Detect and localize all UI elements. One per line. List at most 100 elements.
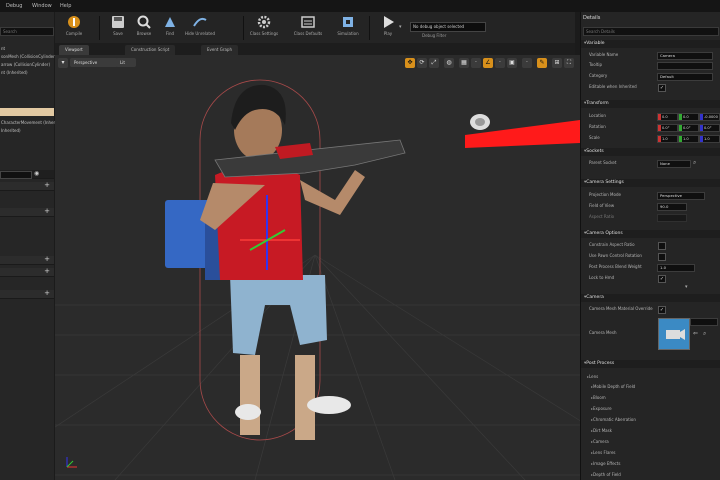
camera-speed-icon[interactable]: ✎ (537, 58, 547, 68)
variable-name-field[interactable]: Camera (657, 52, 713, 60)
class-settings-button[interactable]: Class Settings (247, 14, 281, 42)
rotation-y-field[interactable]: 0.0° (678, 124, 699, 132)
debug-object-select[interactable]: No debug object selected (410, 22, 486, 32)
aspect-ratio-field[interactable] (657, 214, 687, 222)
menu-item-help[interactable]: Help (60, 3, 71, 9)
rotation-z-field[interactable]: 0.0° (699, 124, 720, 132)
viewport[interactable] (55, 55, 580, 480)
camera-mesh-material-checkbox[interactable]: ✓ (658, 306, 666, 314)
viewport-options-chevron-icon[interactable]: ▾ (58, 58, 68, 68)
details-search-input[interactable]: Search Details (583, 27, 719, 36)
post-process-item[interactable]: Mobile Depth of Field (591, 384, 635, 389)
camera-component-icon[interactable] (470, 114, 490, 130)
menu-item-window[interactable]: Window (32, 3, 52, 9)
section-transform[interactable]: Transform (581, 100, 720, 108)
search-icon[interactable]: ⌕ (703, 330, 706, 338)
lit-button[interactable]: Lit (116, 58, 136, 67)
category-select[interactable]: Default (657, 73, 713, 81)
graphs-category[interactable]: + (0, 182, 54, 191)
search-icon[interactable]: ⌕ (693, 159, 696, 167)
world-icon[interactable]: ◍ (444, 58, 454, 68)
grid-toggle-icon[interactable]: ⊞ (552, 58, 562, 68)
eye-icon[interactable]: ◉ (34, 170, 39, 177)
browse-arrow-icon[interactable]: ⇐ (693, 330, 698, 337)
parent-socket-field[interactable]: None (657, 160, 691, 168)
rotation-x-field[interactable]: 0.0° (657, 124, 678, 132)
camera-mesh-select[interactable] (690, 318, 718, 326)
tab-viewport[interactable]: Viewport (59, 45, 89, 55)
perspective-button[interactable]: Perspective (70, 58, 118, 67)
play-options-chevron-icon[interactable]: ▾ (399, 24, 402, 30)
section-camera-options[interactable]: Camera Options (581, 230, 720, 238)
add-icon[interactable]: + (44, 208, 50, 215)
post-process-item[interactable]: Dirt Mask (591, 428, 612, 433)
variables-category[interactable]: + (0, 268, 54, 277)
post-process-item[interactable]: Exposure (591, 406, 612, 411)
component-item[interactable]: Inherited) (1, 128, 21, 133)
location-x-field[interactable]: 0.0 (657, 113, 678, 121)
tab-construction-script[interactable]: Construction Script (125, 45, 176, 55)
grid-value[interactable]: · (471, 58, 481, 68)
component-highlight-bar[interactable] (0, 108, 54, 116)
post-process-item[interactable]: Chromatic Aberration (591, 417, 636, 422)
location-y-field[interactable]: 0.0 (678, 113, 699, 121)
add-icon[interactable]: + (44, 182, 50, 189)
projection-mode-select[interactable]: Perspective (657, 192, 705, 200)
advanced-expand-icon[interactable]: ▾ (685, 284, 688, 290)
compile-button[interactable]: Compile (57, 14, 91, 42)
use-pawn-control-checkbox[interactable] (658, 253, 666, 261)
post-process-item[interactable]: Camera (591, 439, 609, 444)
editable-inherited-checkbox[interactable]: ✓ (658, 84, 666, 92)
simulation-button[interactable]: Simulation (331, 14, 365, 42)
hide-unrelated-button[interactable]: Hide Unrelated (183, 14, 217, 42)
component-item[interactable]: nt (Inherited) (1, 70, 28, 75)
lock-to-hmd-checkbox[interactable]: ✓ (658, 275, 666, 283)
constrain-aspect-checkbox[interactable] (658, 242, 666, 250)
class-defaults-button[interactable]: Class Defaults (291, 14, 325, 42)
scale-icon[interactable]: ⤢ (429, 58, 439, 68)
camera-mesh-thumbnail[interactable] (658, 318, 690, 350)
my-blueprint-search[interactable]: ◉ (0, 170, 54, 179)
add-icon[interactable]: + (44, 268, 50, 275)
scale-x-field[interactable]: 1.0 (657, 135, 678, 143)
angle-snap-icon[interactable]: ∠ (483, 58, 493, 68)
rotate-icon[interactable]: ⟳ (417, 58, 427, 68)
scale-z-field[interactable]: 1.0 (699, 135, 720, 143)
add-icon[interactable]: + (44, 290, 50, 297)
component-item[interactable]: sonMesh (CollisionCylinder) (1, 54, 56, 59)
section-camera[interactable]: Camera (581, 294, 720, 302)
rotation-label[interactable]: Rotation (589, 124, 606, 129)
scale-label[interactable]: Scale (589, 135, 600, 140)
angle-value[interactable]: · (495, 58, 505, 68)
components-search-input[interactable]: Search (0, 27, 54, 36)
details-tab[interactable]: Details (583, 15, 600, 21)
my-blueprint-search-input[interactable] (0, 171, 32, 179)
macros-category[interactable]: + (0, 256, 54, 265)
viewport-scene[interactable] (55, 55, 580, 480)
scale-y-field[interactable]: 1.0 (678, 135, 699, 143)
find-button[interactable]: Find (153, 14, 187, 42)
section-camera-settings[interactable]: Camera Settings (581, 179, 720, 187)
section-sockets[interactable]: Sockets (581, 148, 720, 156)
tooltip-field[interactable] (657, 62, 713, 70)
tab-event-graph[interactable]: Event Graph (201, 45, 238, 55)
post-process-blend-field[interactable]: 1.0 (657, 264, 695, 272)
event-dispatchers-category[interactable]: + (0, 290, 54, 299)
post-process-item[interactable]: Image Effects (591, 461, 620, 466)
component-item[interactable]: nt (1, 46, 5, 51)
location-z-field[interactable]: -0.0000 (699, 113, 720, 121)
scale-snap-icon[interactable]: ▣ (507, 58, 517, 68)
add-icon[interactable]: + (44, 256, 50, 263)
scale-value[interactable]: · (522, 58, 532, 68)
post-process-item[interactable]: Bloom (591, 395, 606, 400)
grid-snap-icon[interactable]: ▦ (459, 58, 469, 68)
menu-item-debug[interactable]: Debug (6, 3, 22, 9)
post-process-item[interactable]: Lens Flares (591, 450, 615, 455)
maximize-icon[interactable]: ⛶ (564, 58, 574, 68)
field-of-view-field[interactable]: 90.0 (657, 203, 687, 211)
location-label[interactable]: Location (589, 113, 606, 118)
component-item[interactable]: arrow (CollisionCylinder) (1, 62, 50, 67)
section-variable[interactable]: Variable (581, 40, 720, 48)
post-process-item[interactable]: Depth of Field (591, 472, 621, 477)
post-process-item[interactable]: Lens (587, 374, 598, 379)
